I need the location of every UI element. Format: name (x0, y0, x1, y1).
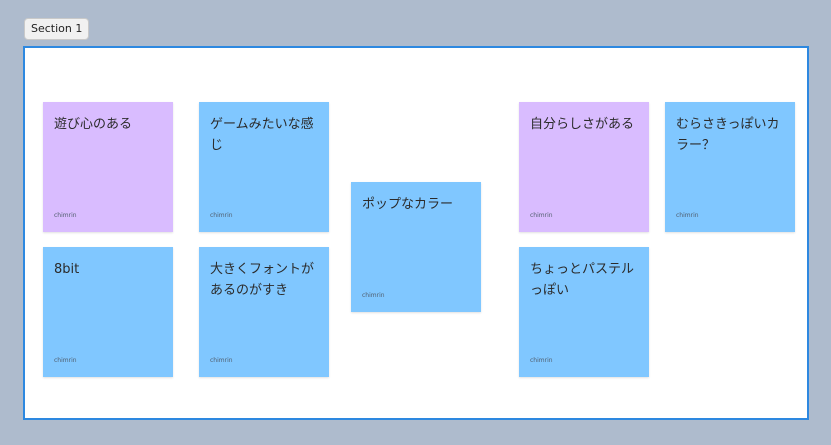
sticky-note-author: chimrin (210, 212, 233, 219)
sticky-note[interactable]: 自分らしさがある chimrin (519, 102, 649, 232)
sticky-note[interactable]: ポップなカラー chimrin (351, 182, 481, 312)
section-frame[interactable]: 遊び心のある chimrin ゲームみたいな感じ chimrin 8bit ch… (23, 46, 809, 420)
sticky-note-author: chimrin (54, 357, 77, 364)
sticky-note[interactable]: 遊び心のある chimrin (43, 102, 173, 232)
sticky-note-text: 遊び心のある (54, 117, 133, 132)
sticky-note[interactable]: ゲームみたいな感じ chimrin (199, 102, 329, 232)
sticky-note-text: ちょっとパステルっぽい (530, 262, 635, 298)
sticky-note-text: 8bit (54, 262, 80, 277)
sticky-note-author: chimrin (530, 357, 553, 364)
sticky-note-author: chimrin (54, 212, 77, 219)
sticky-note[interactable]: 8bit chimrin (43, 247, 173, 377)
sticky-note[interactable]: 大きくフォントがあるのがすき chimrin (199, 247, 329, 377)
sticky-note[interactable]: むらさきっぽいカラー？ chimrin (665, 102, 795, 232)
sticky-note-text: ポップなカラー (362, 197, 454, 212)
sticky-note-author: chimrin (362, 292, 385, 299)
sticky-note-text: 大きくフォントがあるのがすき (210, 262, 315, 298)
sticky-note-author: chimrin (676, 212, 699, 219)
sticky-note-author: chimrin (210, 357, 233, 364)
sticky-note-text: むらさきっぽいカラー？ (676, 117, 780, 153)
sticky-note-text: 自分らしさがある (530, 117, 635, 132)
sticky-note[interactable]: ちょっとパステルっぽい chimrin (519, 247, 649, 377)
sticky-note-text: ゲームみたいな感じ (210, 117, 314, 153)
section-label[interactable]: Section 1 (24, 18, 90, 40)
sticky-note-author: chimrin (530, 212, 553, 219)
